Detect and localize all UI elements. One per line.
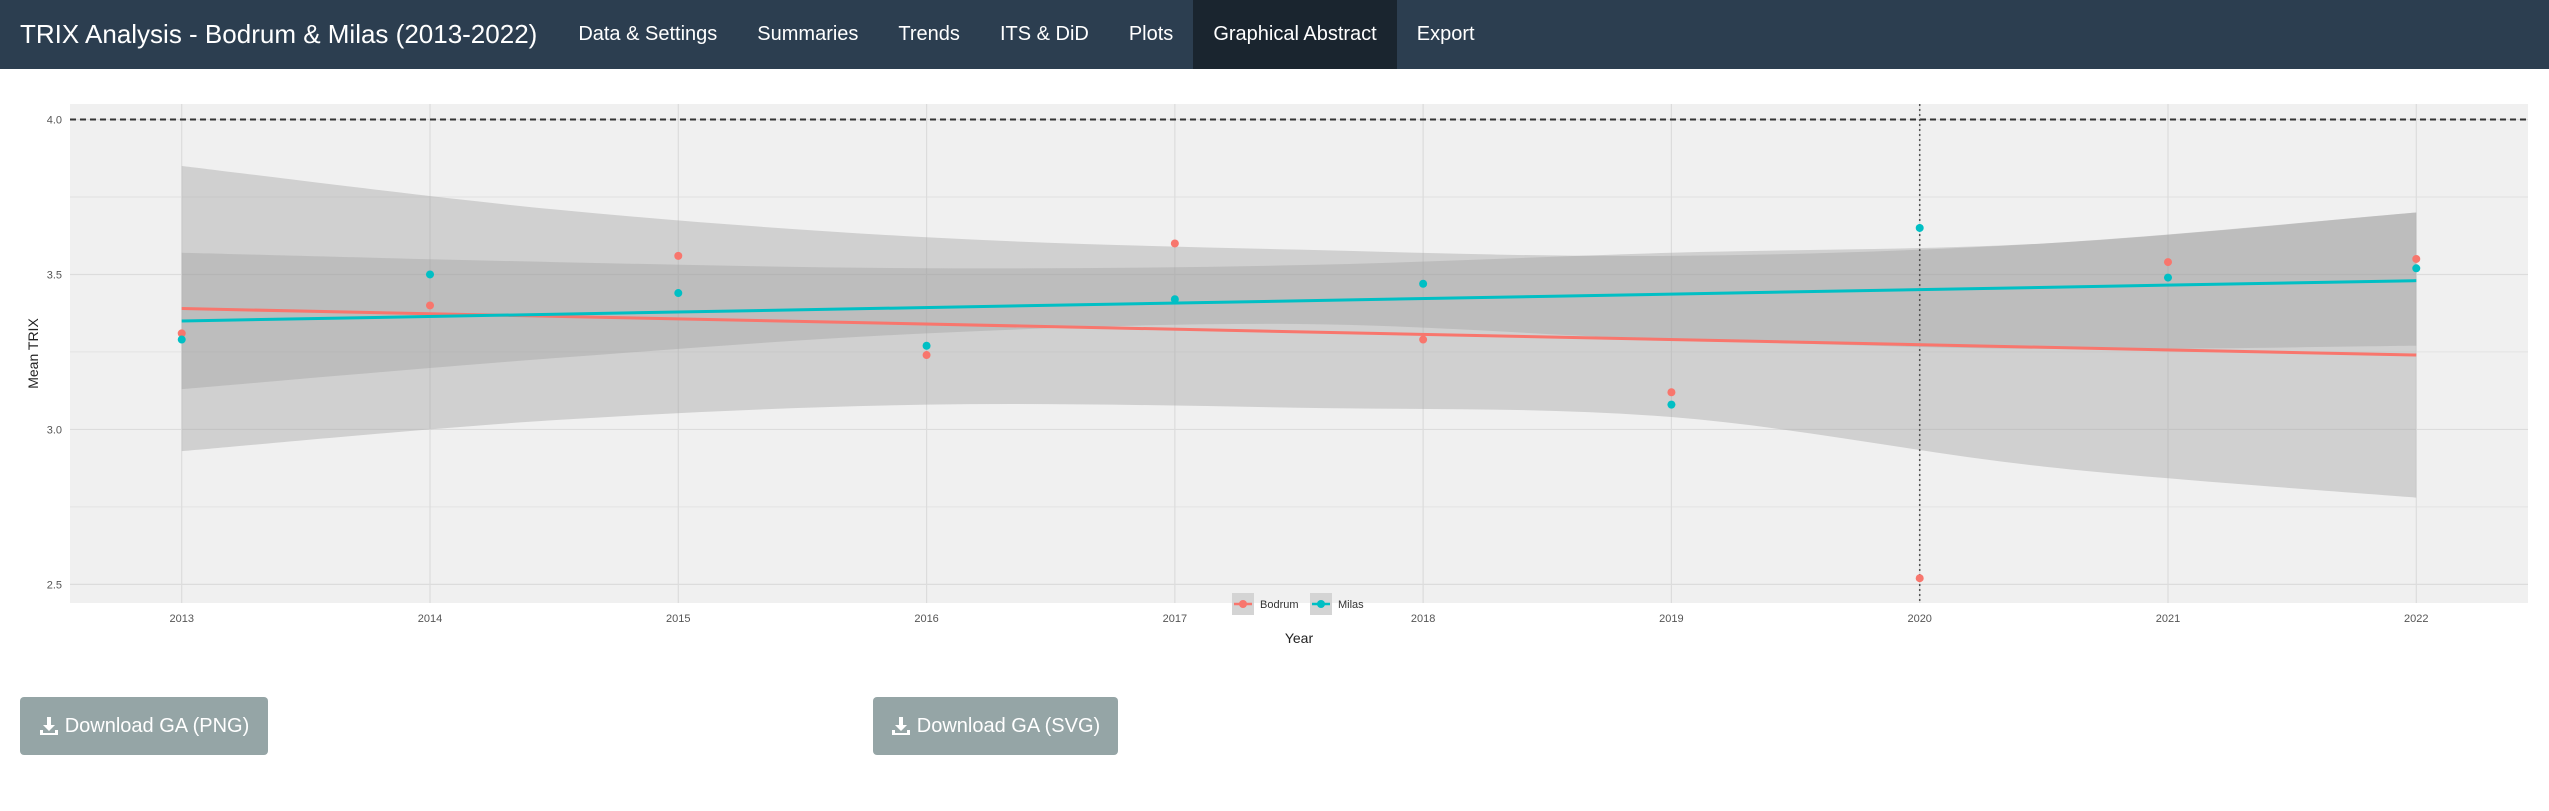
x-tick-label: 2020: [1907, 613, 1931, 625]
data-point-bodrum: [1170, 239, 1179, 248]
data-point-milas: [674, 289, 683, 298]
data-point-milas: [426, 270, 435, 279]
data-point-milas: [922, 341, 931, 350]
trix-chart: 2.5 3.0 3.5 4.0 2013 2014 2015 2016 2017 2018 2019…: [25, 104, 2528, 646]
x-axis-label: Year: [1285, 630, 1314, 646]
x-tick-label: 2014: [418, 613, 442, 625]
tab-data-settings[interactable]: Data & Settings: [558, 0, 737, 69]
tab-export[interactable]: Export: [1397, 0, 1495, 69]
x-tick-label: 2013: [169, 613, 193, 625]
download-svg-button[interactable]: Download GA (SVG): [873, 697, 1118, 755]
tab-graphical-abstract[interactable]: Graphical Abstract: [1193, 0, 1397, 69]
download-png-button[interactable]: Download GA (PNG): [20, 697, 268, 755]
y-axis-label: Mean TRIX: [25, 318, 41, 389]
x-tick-label: 2017: [1163, 613, 1187, 625]
y-tick-label: 3.5: [47, 269, 62, 281]
x-tick-label: 2016: [914, 613, 938, 625]
navbar: TRIX Analysis - Bodrum & Milas (2013-202…: [0, 0, 2549, 69]
x-tick-label: 2022: [2404, 613, 2428, 625]
data-point-bodrum: [2412, 254, 2421, 263]
data-point-milas: [2163, 273, 2172, 282]
y-tick-label: 4.0: [47, 114, 62, 126]
data-point-bodrum: [1915, 574, 1924, 583]
graphical-abstract-plot: 2.5 3.0 3.5 4.0 2013 2014 2015 2016 2017 2018 2019…: [0, 69, 2549, 689]
nav-tabs: Data & Settings Summaries Trends ITS & D…: [558, 0, 1494, 69]
x-tick-label: 2018: [1411, 613, 1435, 625]
legend-label-bodrum: Bodrum: [1260, 599, 1299, 611]
data-point-milas: [1419, 279, 1428, 288]
data-point-bodrum: [1419, 335, 1428, 344]
data-point-bodrum: [674, 251, 683, 260]
app-title[interactable]: TRIX Analysis - Bodrum & Milas (2013-202…: [20, 19, 537, 50]
download-png-label: Download GA (PNG): [64, 714, 250, 737]
tab-summaries[interactable]: Summaries: [737, 0, 878, 69]
x-tick-label: 2021: [2156, 613, 2180, 625]
data-point-milas: [1915, 223, 1924, 232]
download-svg-label: Download GA (SVG): [916, 714, 1101, 737]
data-point-milas: [2412, 264, 2421, 273]
x-tick-label: 2015: [666, 613, 690, 625]
download-icon: [891, 717, 910, 735]
data-point-bodrum: [922, 351, 931, 360]
data-point-milas: [1170, 295, 1179, 304]
y-tick-label: 3.0: [47, 424, 62, 436]
data-point-bodrum: [2163, 258, 2172, 267]
tab-plots[interactable]: Plots: [1109, 0, 1193, 69]
y-tick-label: 2.5: [47, 579, 62, 591]
legend-key-point: [1317, 600, 1325, 608]
data-point-milas: [1667, 400, 1676, 409]
data-point-bodrum: [426, 301, 435, 310]
download-icon: [39, 717, 58, 735]
data-point-milas: [177, 335, 186, 344]
tab-its-did[interactable]: ITS & DiD: [980, 0, 1109, 69]
data-point-bodrum: [1667, 388, 1676, 397]
legend-key-point: [1239, 600, 1247, 608]
tab-trends[interactable]: Trends: [878, 0, 980, 69]
x-tick-label: 2019: [1659, 613, 1683, 625]
legend-label-milas: Milas: [1338, 599, 1364, 611]
